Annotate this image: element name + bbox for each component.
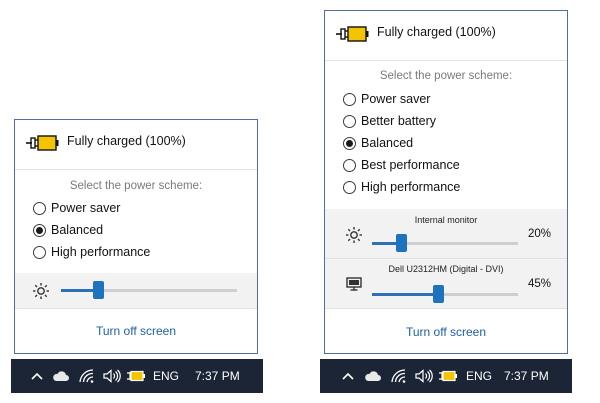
brightness-icon bbox=[32, 282, 50, 300]
scheme-label: Power saver bbox=[361, 92, 431, 106]
scheme-label: Better battery bbox=[361, 114, 437, 128]
scheme-power-saver[interactable]: Power saver bbox=[343, 89, 430, 109]
external-monitor-slider[interactable] bbox=[372, 285, 518, 303]
brightness-row bbox=[15, 273, 257, 308]
scheme-high-performance[interactable]: High performance bbox=[343, 177, 460, 197]
brightness-icon bbox=[345, 226, 363, 244]
scheme-high-performance[interactable]: High performance bbox=[33, 242, 150, 262]
monitor-name-external: Dell U2312HM (Digital - DVI) bbox=[388, 264, 504, 274]
wifi-icon[interactable] bbox=[79, 359, 95, 393]
monitor-icon bbox=[346, 277, 362, 291]
slider-fill bbox=[372, 293, 438, 296]
power-scheme-title: Select the power scheme: bbox=[69, 180, 203, 192]
brightness-slider[interactable] bbox=[61, 281, 237, 299]
radio-button[interactable] bbox=[33, 201, 46, 215]
wifi-icon[interactable] bbox=[391, 359, 407, 393]
divider bbox=[15, 169, 257, 170]
taskbar-tray-right: ENG 7:37 PM bbox=[320, 359, 572, 393]
divider bbox=[15, 308, 257, 309]
external-monitor-percent: 45% bbox=[528, 278, 552, 290]
turn-off-screen-link[interactable]: Turn off screen bbox=[15, 324, 257, 338]
power-flyout-right: Fully charged (100%) Select the power sc… bbox=[324, 10, 568, 354]
radio-button[interactable] bbox=[343, 92, 356, 106]
slider-thumb[interactable] bbox=[396, 234, 408, 252]
scheme-label: Balanced bbox=[361, 136, 414, 150]
battery-status-text: Fully charged (100%) bbox=[377, 25, 496, 39]
speaker-icon[interactable] bbox=[415, 359, 433, 393]
battery-plug-icon bbox=[25, 132, 59, 154]
radio-button[interactable] bbox=[33, 245, 46, 259]
chevron-up-icon[interactable] bbox=[31, 359, 43, 393]
slider-thumb[interactable] bbox=[432, 285, 444, 303]
speaker-icon[interactable] bbox=[103, 359, 121, 393]
cloud-icon[interactable] bbox=[364, 359, 381, 393]
radio-button-selected[interactable] bbox=[33, 223, 46, 237]
monitor-brightness-panel: Internal monitor 20% Dell U2312HM (Digit… bbox=[325, 209, 567, 308]
clock[interactable]: 7:37 PM bbox=[195, 359, 240, 393]
battery-header: Fully charged (100%) bbox=[15, 120, 257, 168]
scheme-better-battery[interactable]: Better battery bbox=[343, 111, 436, 131]
scheme-label: High performance bbox=[361, 180, 461, 194]
radio-button[interactable] bbox=[343, 158, 356, 172]
battery-header: Fully charged (100%) bbox=[325, 11, 567, 59]
slider-thumb[interactable] bbox=[92, 281, 104, 299]
divider bbox=[325, 258, 567, 259]
internal-monitor-percent: 20% bbox=[528, 228, 552, 240]
chevron-up-icon[interactable] bbox=[342, 359, 354, 393]
clock[interactable]: 7:37 PM bbox=[504, 359, 549, 393]
power-flyout-left: Fully charged (100%) Select the power sc… bbox=[14, 119, 258, 354]
scheme-best-performance[interactable]: Best performance bbox=[343, 155, 460, 175]
scheme-label: Power saver bbox=[51, 201, 121, 215]
scheme-balanced[interactable]: Balanced bbox=[343, 133, 413, 153]
scheme-balanced[interactable]: Balanced bbox=[33, 220, 103, 240]
radio-button[interactable] bbox=[343, 180, 356, 194]
radio-button-selected[interactable] bbox=[343, 136, 356, 150]
language-indicator[interactable]: ENG bbox=[153, 359, 179, 393]
radio-button[interactable] bbox=[343, 114, 356, 128]
taskbar-tray-left: ENG 7:37 PM bbox=[11, 359, 263, 393]
cloud-icon[interactable] bbox=[52, 359, 69, 393]
power-scheme-title: Select the power scheme: bbox=[379, 70, 513, 82]
divider bbox=[325, 308, 567, 309]
internal-monitor-slider[interactable] bbox=[372, 234, 518, 252]
divider bbox=[325, 60, 567, 61]
monitor-name-internal: Internal monitor bbox=[414, 215, 478, 225]
battery-icon[interactable] bbox=[438, 359, 458, 393]
scheme-label: High performance bbox=[51, 245, 151, 259]
battery-plug-icon bbox=[335, 23, 369, 45]
turn-off-screen-link[interactable]: Turn off screen bbox=[325, 325, 567, 339]
scheme-label: Balanced bbox=[51, 223, 104, 237]
scheme-power-saver[interactable]: Power saver bbox=[33, 198, 120, 218]
language-indicator[interactable]: ENG bbox=[466, 359, 492, 393]
battery-icon[interactable] bbox=[126, 359, 146, 393]
battery-status-text: Fully charged (100%) bbox=[67, 134, 186, 148]
scheme-label: Best performance bbox=[361, 158, 460, 172]
